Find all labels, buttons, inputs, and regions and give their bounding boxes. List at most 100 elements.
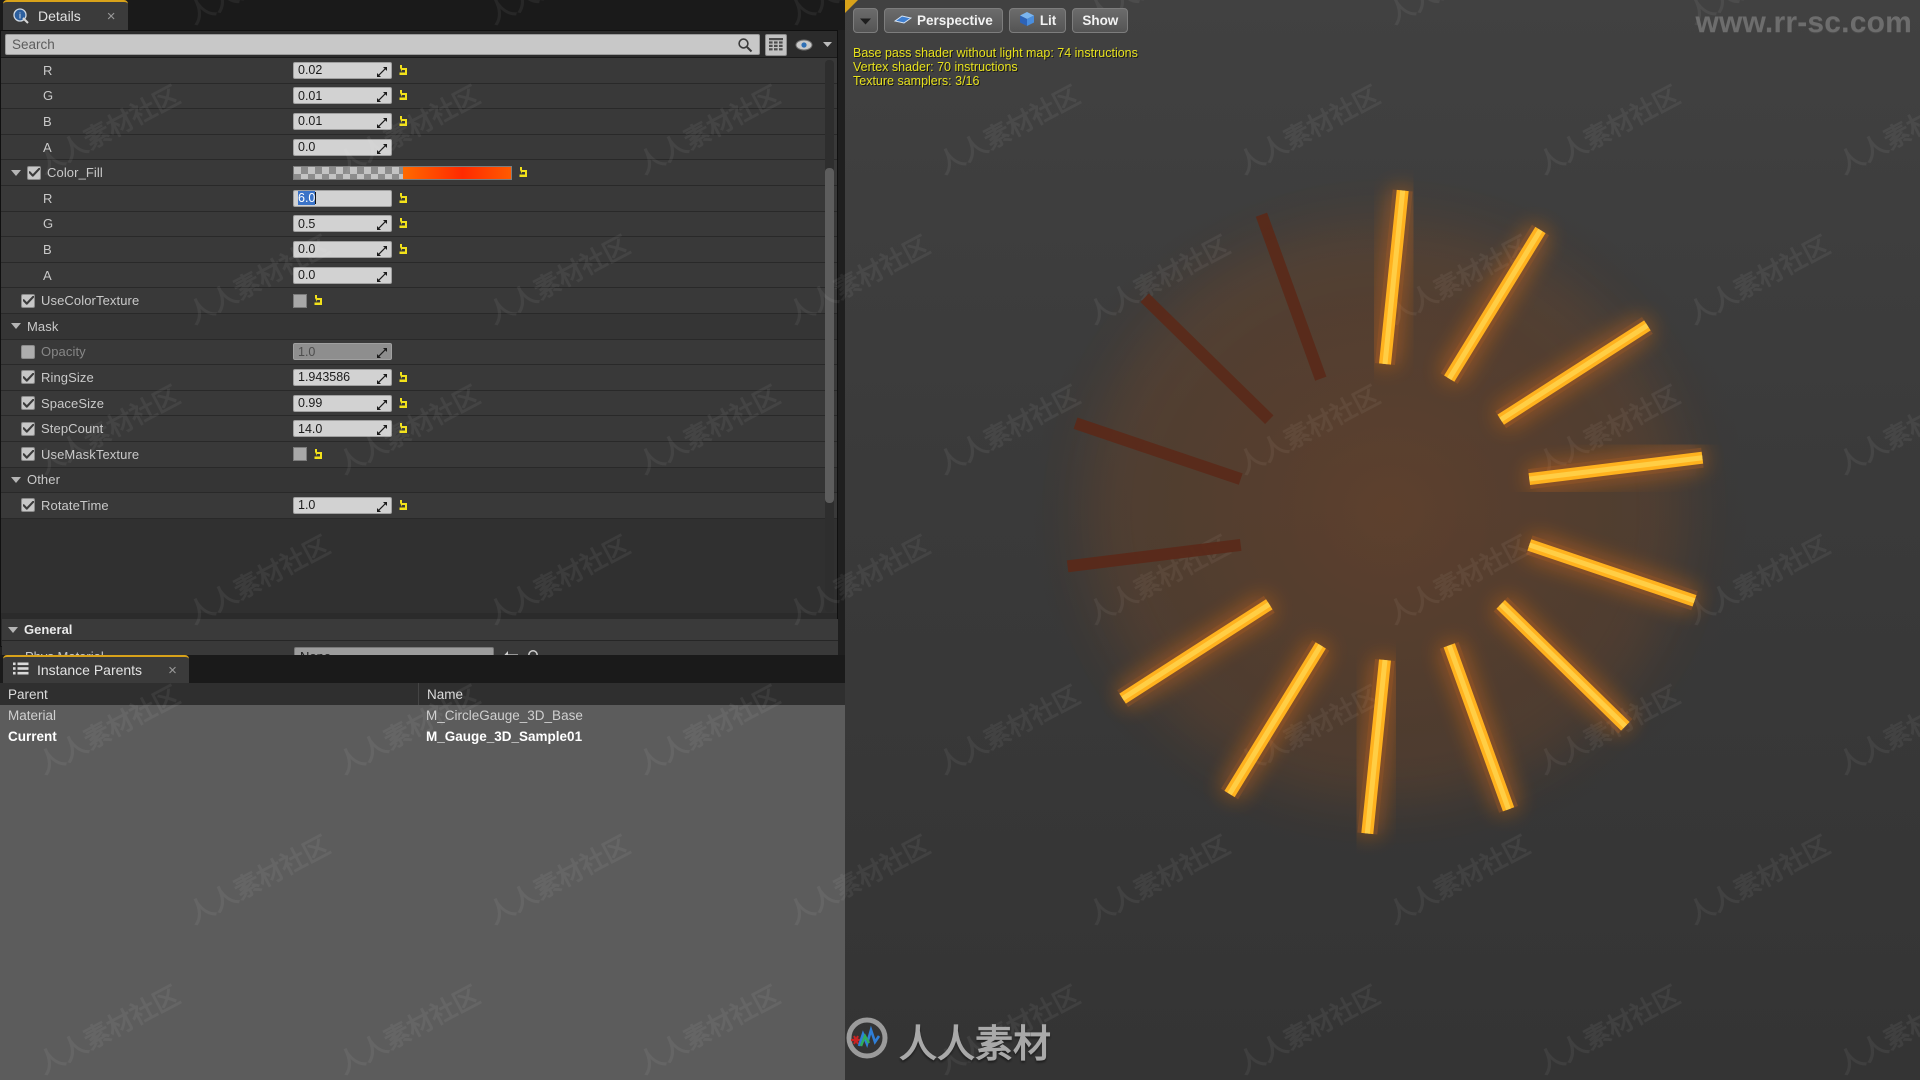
property-number-input[interactable]: 1.0 xyxy=(293,343,392,361)
property-number-input[interactable]: 0.0 xyxy=(293,266,392,284)
bool-checkbox[interactable] xyxy=(293,447,307,462)
property-row-spacesize[interactable]: SpaceSize 0.99 xyxy=(1,390,837,417)
table-row[interactable]: Current M_Gauge_3D_Sample01 xyxy=(0,726,845,747)
property-row-r[interactable]: R 6.0 xyxy=(1,185,837,212)
property-row-g[interactable]: G 0.01 xyxy=(1,83,837,110)
search-input[interactable]: Search xyxy=(5,34,760,55)
property-row-b[interactable]: B 0.01 xyxy=(1,109,837,135)
revert-icon[interactable] xyxy=(398,243,410,256)
property-list-scroll[interactable]: R 0.02 G 0.01 B 0.01 A 0.0 Color_Fill R 6.0 G 0.5 B 0.… xyxy=(1,57,837,613)
property-number-input[interactable]: 1.943586 xyxy=(293,368,392,386)
revert-icon[interactable] xyxy=(313,294,325,307)
eye-icon[interactable] xyxy=(792,34,816,56)
property-category-mask[interactable]: Mask xyxy=(1,313,837,340)
revert-icon[interactable] xyxy=(398,397,410,410)
search-icon[interactable] xyxy=(737,37,753,56)
property-row-rotatetime[interactable]: RotateTime 1.0 xyxy=(1,493,837,519)
property-row-usemasktexture[interactable]: UseMaskTexture xyxy=(1,441,837,468)
property-checkbox[interactable] xyxy=(21,421,35,436)
column-header-name[interactable]: Name xyxy=(418,683,845,705)
property-row-r[interactable]: R 0.02 xyxy=(1,58,837,84)
property-number-input[interactable]: 0.0 xyxy=(293,240,392,258)
property-checkbox[interactable] xyxy=(21,293,35,308)
drag-handle-icon[interactable] xyxy=(377,501,387,512)
drag-handle-icon[interactable] xyxy=(377,245,387,256)
lit-cube-icon xyxy=(1019,11,1035,30)
drag-handle-icon[interactable] xyxy=(377,219,387,231)
tab-details[interactable]: i Details × xyxy=(3,0,128,30)
property-number-input[interactable]: 6.0 xyxy=(293,189,392,207)
property-row-usecolortexture[interactable]: UseColorTexture xyxy=(1,288,837,314)
property-row-a[interactable]: A 0.0 xyxy=(1,262,837,289)
property-label: UseColorTexture xyxy=(41,293,140,309)
revert-icon[interactable] xyxy=(398,115,410,128)
property-row-g[interactable]: G 0.5 xyxy=(1,211,837,238)
property-checkbox[interactable] xyxy=(21,370,35,385)
drag-handle-icon[interactable] xyxy=(377,271,387,282)
expander-icon[interactable] xyxy=(5,476,27,483)
bool-checkbox[interactable] xyxy=(293,293,307,308)
revert-icon[interactable] xyxy=(398,422,410,435)
property-checkbox[interactable] xyxy=(21,498,35,513)
property-row-stepcount[interactable]: StepCount 14.0 xyxy=(1,416,837,442)
property-category-other[interactable]: Other xyxy=(1,467,837,494)
property-row-color_fill[interactable]: Color_Fill xyxy=(1,160,837,186)
property-value-text: 1.943586 xyxy=(298,370,351,385)
revert-icon[interactable] xyxy=(313,448,325,461)
property-value-text: 14.0 xyxy=(298,421,323,436)
table-row[interactable]: Material M_CircleGauge_3D_Base xyxy=(0,705,845,726)
tab-instance-parents[interactable]: Instance Parents × xyxy=(3,655,189,683)
revert-icon[interactable] xyxy=(398,371,410,384)
property-checkbox[interactable] xyxy=(21,396,35,411)
drag-handle-icon[interactable] xyxy=(377,424,387,436)
revert-icon[interactable] xyxy=(398,217,410,230)
property-number-input[interactable]: 0.99 xyxy=(293,394,392,412)
expander-icon[interactable] xyxy=(5,323,27,330)
drag-handle-icon[interactable] xyxy=(377,347,387,359)
color-swatch[interactable] xyxy=(293,165,512,180)
property-row-ringsize[interactable]: RingSize 1.943586 xyxy=(1,365,837,391)
drag-handle-icon[interactable] xyxy=(377,373,387,384)
property-checkbox[interactable] xyxy=(27,165,41,180)
drag-handle-icon[interactable] xyxy=(377,91,387,103)
drag-handle-icon[interactable] xyxy=(377,399,387,410)
drag-handle-icon[interactable] xyxy=(377,66,387,77)
property-label: A xyxy=(43,139,52,155)
perspective-button[interactable]: Perspective xyxy=(884,8,1003,33)
lit-button[interactable]: Lit xyxy=(1008,8,1067,33)
property-number-input[interactable]: 0.5 xyxy=(293,215,392,233)
viewport-corner-marker xyxy=(845,0,858,13)
property-number-input[interactable]: 0.0 xyxy=(293,138,392,156)
property-number-input[interactable]: 1.0 xyxy=(293,496,392,514)
property-row-b[interactable]: B 0.0 xyxy=(1,237,837,263)
column-header-parent[interactable]: Parent xyxy=(0,683,418,705)
drag-handle-icon[interactable] xyxy=(377,117,387,128)
property-value-cell: 0.0 xyxy=(288,262,837,289)
property-number-input[interactable]: 14.0 xyxy=(293,420,392,438)
chevron-down-icon[interactable] xyxy=(821,34,833,56)
property-label: B xyxy=(43,113,52,129)
general-header[interactable]: General xyxy=(2,619,838,641)
show-button[interactable]: Show xyxy=(1072,8,1129,33)
expander-icon[interactable] xyxy=(2,626,24,633)
revert-icon[interactable] xyxy=(398,192,410,205)
columns-grid-icon[interactable] xyxy=(765,33,787,56)
property-number-input[interactable]: 0.02 xyxy=(293,61,392,79)
property-row-opacity[interactable]: Opacity 1.0 xyxy=(1,339,837,366)
close-icon[interactable]: × xyxy=(107,8,116,25)
property-row-a[interactable]: A 0.0 xyxy=(1,134,837,161)
drag-handle-icon[interactable] xyxy=(377,143,387,154)
property-number-input[interactable]: 0.01 xyxy=(293,87,392,105)
property-number-input[interactable]: 0.01 xyxy=(293,112,392,130)
scrollbar-thumb[interactable] xyxy=(825,168,834,503)
property-name-cell: B xyxy=(1,109,288,135)
property-checkbox[interactable] xyxy=(21,447,35,462)
revert-icon[interactable] xyxy=(398,89,410,102)
property-checkbox[interactable] xyxy=(21,344,35,359)
revert-icon[interactable] xyxy=(518,166,530,179)
revert-icon[interactable] xyxy=(398,64,410,77)
revert-icon[interactable] xyxy=(398,499,410,512)
close-icon[interactable]: × xyxy=(168,662,177,679)
material-preview-viewport[interactable]: Perspective Lit Show Base pass shader wi… xyxy=(845,0,1920,1080)
expander-icon[interactable] xyxy=(5,169,27,176)
